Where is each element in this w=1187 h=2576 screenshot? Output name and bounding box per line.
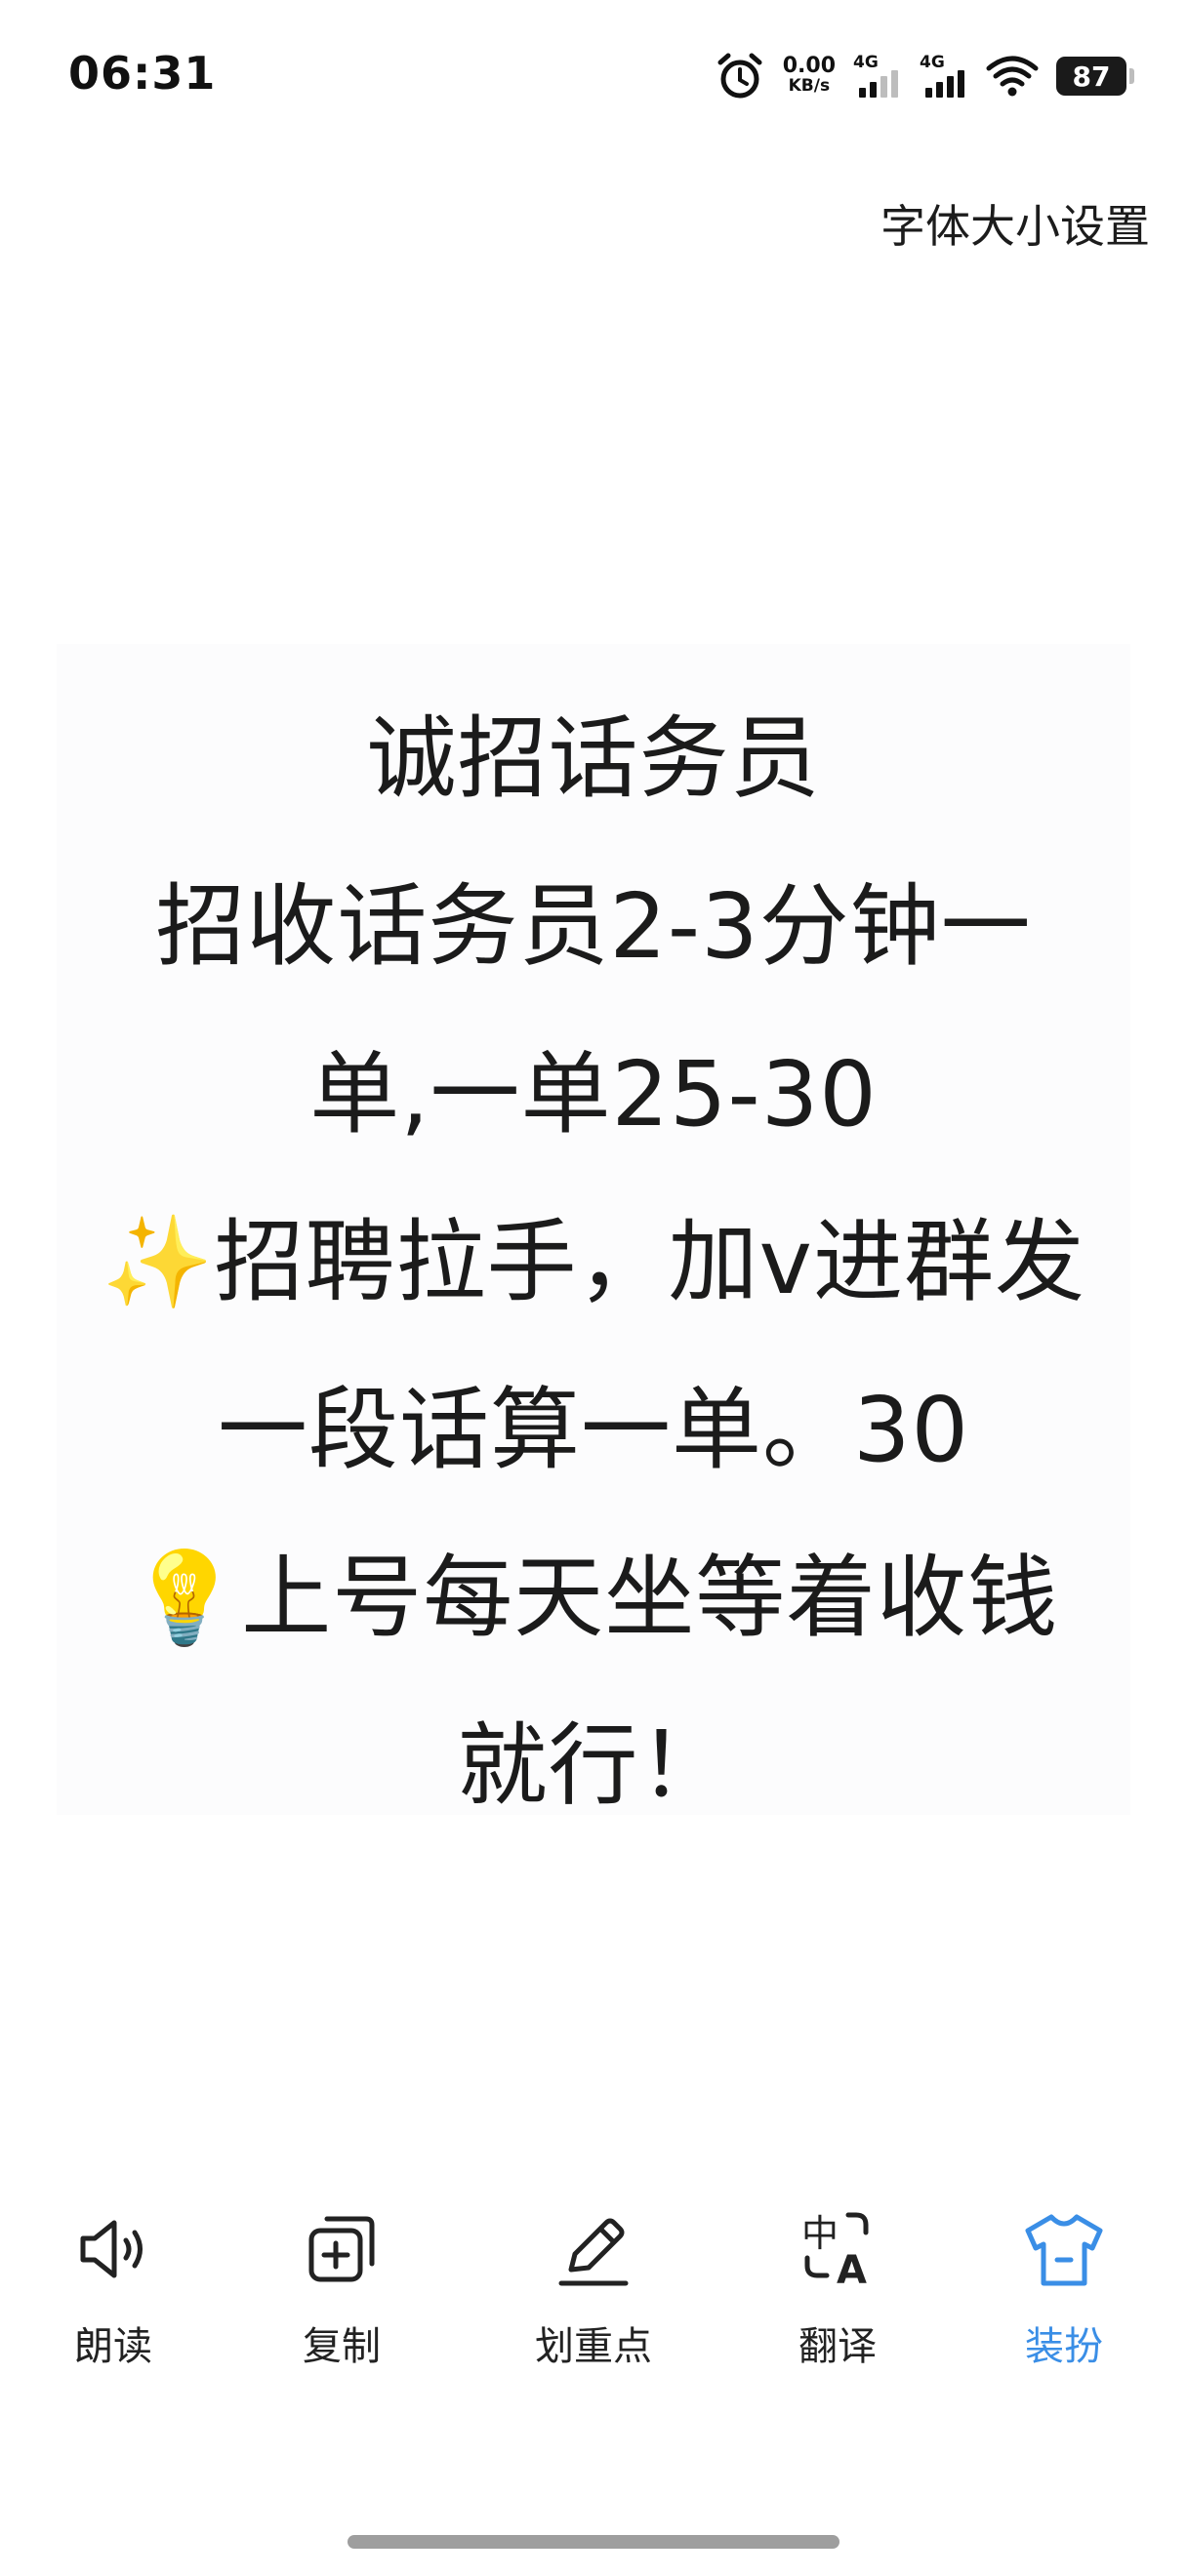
alarm-icon (717, 53, 762, 99)
text-line: ✨招聘拉手，加v进群发 (102, 1210, 1085, 1314)
bottom-toolbar: 朗读 复制 划重点 中 A 翻译 装扮 (0, 2186, 1187, 2400)
signal-sim2-icon: 4G (920, 53, 968, 100)
tshirt-icon (1025, 2214, 1103, 2286)
dress-up-label: 装扮 (1025, 2324, 1103, 2369)
signal-sim1-icon: 4G (853, 53, 902, 100)
status-bar: 06:31 0.00 KB/s 4G 4G 87 (0, 0, 1187, 146)
large-text-card: 诚招话务员 招收话务员2-3分钟一 单,一单25-30 ✨招聘拉手，加v进群发 … (57, 644, 1130, 1818)
status-time: 06:31 (68, 47, 217, 100)
speaker-icon (80, 2220, 143, 2278)
large-text-content: 诚招话务员 招收话务员2-3分钟一 单,一单25-30 ✨招聘拉手，加v进群发 … (57, 644, 1130, 1850)
sim1-network-type: 4G (853, 53, 879, 72)
svg-text:中: 中 (801, 2212, 839, 2255)
copy-icon (308, 2216, 375, 2282)
network-speed-value: 0.00 (782, 54, 836, 78)
copy-button[interactable]: 复制 (244, 2186, 439, 2400)
highlight-button[interactable]: 划重点 (496, 2186, 691, 2400)
copy-label: 复制 (303, 2324, 381, 2369)
home-indicator[interactable] (348, 2535, 839, 2549)
dress-up-button[interactable]: 装扮 (966, 2186, 1162, 2400)
text-line: 诚招话务员 (366, 706, 821, 811)
status-icons: 0.00 KB/s 4G 4G 87 (715, 49, 1134, 103)
network-speed-unit: KB/s (788, 76, 831, 96)
translate-button[interactable]: 中 A 翻译 (740, 2186, 935, 2400)
wifi-icon (986, 56, 1039, 97)
text-line: 一段话算一单。30 (217, 1378, 970, 1482)
battery-level: 87 (1072, 60, 1111, 93)
read-aloud-label: 朗读 (74, 2324, 152, 2369)
translate-label: 翻译 (798, 2324, 877, 2369)
battery-icon: 87 (1056, 57, 1134, 96)
text-line: 招收话务员2-3分钟一 (155, 874, 1032, 979)
text-line: 单,一单25-30 (309, 1042, 878, 1147)
network-speed: 0.00 KB/s (782, 54, 836, 97)
read-aloud-button[interactable]: 朗读 (16, 2186, 211, 2400)
pencil-icon (558, 2218, 629, 2286)
sim2-network-type: 4G (920, 53, 945, 72)
text-line: 💡上号每天坐等着收钱 (128, 1546, 1059, 1650)
svg-text:A: A (837, 2248, 867, 2293)
translate-icon: 中 A (801, 2212, 869, 2293)
highlight-label: 划重点 (535, 2324, 652, 2369)
font-size-setting-link[interactable]: 字体大小设置 (880, 191, 1150, 256)
text-line: 就行！ (457, 1713, 730, 1818)
